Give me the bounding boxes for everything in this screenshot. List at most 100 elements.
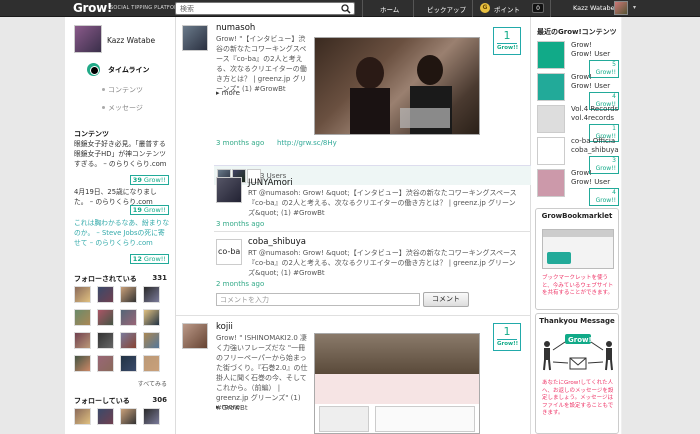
avatar[interactable]: [120, 332, 137, 349]
search-placeholder: 検索: [180, 5, 194, 13]
sidebar-item-messages[interactable]: メッセージ: [102, 103, 143, 113]
grow-count-box[interactable]: 1 Grow!!: [493, 323, 521, 351]
avatar[interactable]: [97, 309, 114, 326]
avatar[interactable]: [74, 25, 102, 53]
see-all-link[interactable]: すべてみる: [138, 379, 167, 388]
followers-heading: フォローされている: [74, 275, 137, 283]
post-photo[interactable]: [314, 37, 480, 135]
post-author[interactable]: kojii: [216, 322, 233, 332]
avatar[interactable]: [216, 177, 242, 203]
avatar[interactable]: [74, 286, 91, 303]
content-item[interactable]: 眼鏡女子好き必見。「叢普する眼鏡女子HD」が神コンテンツすぎる。 – のらりくら…: [74, 139, 170, 169]
content-title[interactable]: Vol.4 Records vol.4records: [571, 105, 621, 123]
notification-badge[interactable]: 0: [532, 3, 544, 13]
left-sidebar: Kazz Watabe タイムライン コンテンツ メッセージ コンテンツ 眼鏡女…: [65, 17, 175, 434]
post-text: Grow! " ISHINOMAKI2.0 凄く力強いフレーズだな "一冊のフリ…: [216, 334, 308, 412]
search-icon[interactable]: [339, 3, 353, 14]
logo-subtitle: SOCIAL TIPPING PLATFORM: [110, 5, 183, 11]
thankyou-illustration: Grow!: [543, 334, 613, 371]
grow-button-icon: [547, 252, 571, 264]
bookmarklet-text: ブックマークレットを使うと、今みているウェブサイトを共有することができます。: [542, 275, 614, 296]
photo-content: [315, 334, 479, 374]
content-title[interactable]: Grow! Grow! User: [571, 73, 621, 91]
avatar[interactable]: [97, 355, 114, 372]
latest-contents-heading: 最近のGrow!コンテンツ: [537, 28, 617, 36]
bookmarklet-heading: GrowBookmarklet: [541, 212, 613, 220]
sidebar-item-label: コンテンツ: [108, 86, 143, 94]
comment-input[interactable]: コメントを入力: [216, 293, 420, 306]
photo-content: [315, 374, 479, 404]
content-item[interactable]: 4月19日、25歳になりました。 – のらりくらり.com: [74, 187, 170, 207]
short-link[interactable]: http://grw.sc/8Hy: [277, 139, 337, 147]
avatar[interactable]: co-ba: [216, 239, 242, 265]
svg-text:co-ba: co-ba: [218, 247, 240, 256]
avatar[interactable]: [74, 355, 91, 372]
bookmarklet-preview[interactable]: [542, 229, 614, 269]
contents-heading: コンテンツ: [74, 130, 109, 138]
avatar[interactable]: [143, 355, 160, 372]
timeline: numasoh Grow! "【インタビュー】渋谷の新なたコワーキングスペース『…: [175, 17, 532, 434]
avatar[interactable]: [97, 408, 114, 425]
post-photo[interactable]: [314, 333, 480, 434]
avatar[interactable]: [120, 286, 137, 303]
header-avatar[interactable]: [614, 1, 628, 15]
grow-count-box[interactable]: 1 Grow!!: [493, 27, 521, 55]
avatar[interactable]: [143, 408, 160, 425]
avatar[interactable]: [74, 332, 91, 349]
sidebar-item-timeline[interactable]: タイムライン: [108, 65, 150, 75]
avatar[interactable]: [182, 323, 208, 349]
nav-home[interactable]: ホーム: [380, 4, 399, 14]
grow-count: 1: [503, 29, 511, 42]
content-thumbnail[interactable]: [537, 137, 565, 165]
comment-button[interactable]: コメント: [423, 292, 469, 307]
more-link[interactable]: ▸ more: [216, 403, 240, 411]
post-time[interactable]: 3 months ago: [216, 220, 264, 228]
more-link[interactable]: ▸ more: [216, 89, 240, 97]
avatar[interactable]: [97, 286, 114, 303]
content-thumbnail[interactable]: [537, 41, 565, 69]
avatar[interactable]: [120, 355, 137, 372]
avatar[interactable]: [74, 408, 91, 425]
svg-text:Grow!: Grow!: [568, 336, 592, 344]
content-thumbnail[interactable]: [537, 73, 565, 101]
avatar[interactable]: [143, 286, 160, 303]
avatar[interactable]: [143, 332, 160, 349]
post-time[interactable]: 2 months ago: [216, 280, 264, 288]
photo-content: [350, 55, 452, 134]
post-time[interactable]: 3 months ago: [216, 139, 264, 147]
profile-name[interactable]: Kazz Watabe: [107, 36, 155, 45]
avatar[interactable]: [120, 309, 137, 326]
following-count[interactable]: 306: [152, 396, 167, 404]
chevron-down-icon[interactable]: ▾: [633, 4, 636, 11]
followers-count[interactable]: 331: [152, 274, 167, 282]
coin-icon: G: [480, 3, 490, 13]
content-item[interactable]: これは胸わかるなあ、紛まりなのか。 – Steve Jobsの死に寄せて – の…: [74, 218, 170, 248]
post-author[interactable]: JUNYAmori: [248, 178, 293, 188]
nav-points[interactable]: ポイント: [494, 4, 520, 14]
logo[interactable]: Grow!: [73, 1, 112, 15]
sidebar-item-contents[interactable]: コンテンツ: [102, 85, 143, 95]
grow-count-badge: 12 Grow!!: [129, 254, 169, 264]
right-gutter: [622, 17, 700, 434]
content-title[interactable]: Grow! Grow! User: [571, 41, 621, 59]
avatar[interactable]: [97, 332, 114, 349]
content-thumbnail[interactable]: [537, 169, 565, 197]
post-author[interactable]: coba_shibuya: [248, 237, 306, 247]
content-title[interactable]: Grow! Grow! User: [571, 169, 621, 187]
avatar[interactable]: [143, 309, 160, 326]
grow-count-badge: 4 Grow!!: [589, 188, 619, 206]
content-title[interactable]: co-ba Officia coba_shibuya: [571, 137, 621, 155]
post-author[interactable]: numasoh: [216, 23, 255, 33]
search-input[interactable]: 検索: [175, 2, 355, 15]
nav-pickup[interactable]: ピックアップ: [427, 4, 466, 14]
grow-count-badge: 19 Grow!!: [129, 205, 169, 215]
avatar[interactable]: [182, 25, 208, 51]
timeline-icon: [87, 63, 100, 76]
post-text: RT @numasoh: Grow! &quot;【インタビュー】渋谷の新なたコ…: [248, 249, 517, 277]
header-divider: [413, 0, 414, 17]
avatar[interactable]: [120, 408, 137, 425]
content-thumbnail[interactable]: [537, 105, 565, 133]
header-user-name[interactable]: Kazz Watabe: [573, 4, 615, 12]
avatar[interactable]: [74, 309, 91, 326]
thankyou-text: あなたにGrow!してくれた人へ、お返しのメッセージを設定しましょう。メッセージ…: [542, 380, 614, 416]
